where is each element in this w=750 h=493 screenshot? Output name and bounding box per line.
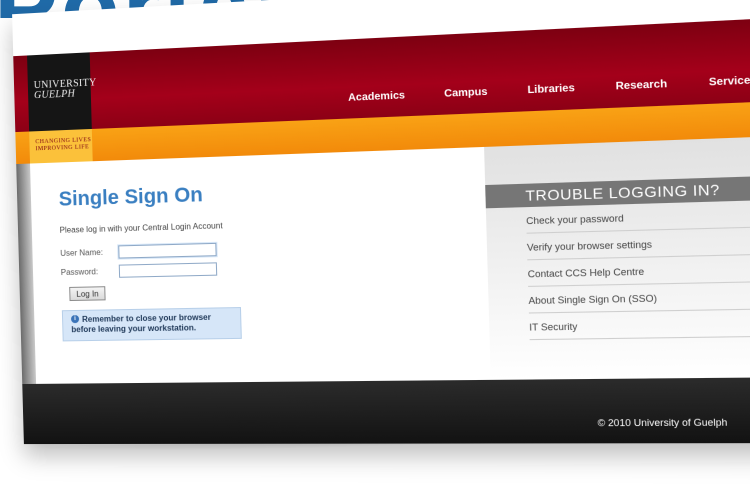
browser-page-mockup: UNIVERSITY GUELPH Academics Campus Libra… <box>12 0 750 444</box>
username-row: User Name: <box>60 236 468 260</box>
footer: © 2010 University of Guelph <box>22 377 750 444</box>
notice-text: Remember to close your browser before le… <box>71 312 211 334</box>
nav-services[interactable]: Services <box>709 75 750 89</box>
help-links: Check your password Verify your browser … <box>486 199 750 341</box>
password-label: Password: <box>61 267 119 277</box>
page-title: Single Sign On <box>58 175 466 212</box>
username-input[interactable] <box>118 243 216 259</box>
help-item: Contact CCS Help Centre <box>527 254 750 287</box>
link-about-sso[interactable]: About Single Sign On (SSO) <box>528 293 657 306</box>
nav-academics[interactable]: Academics <box>348 90 405 104</box>
login-panel: Single Sign On Please log in with your C… <box>58 175 470 341</box>
university-logo[interactable]: UNIVERSITY GUELPH <box>27 52 92 131</box>
tagline-line-2: Improving Life <box>35 144 91 153</box>
copyright-text: © 2010 University of Guelph <box>598 417 728 428</box>
help-item: IT Security <box>529 309 750 340</box>
log-in-button[interactable]: Log In <box>69 286 106 301</box>
link-verify-browser-settings[interactable]: Verify your browser settings <box>527 239 652 253</box>
info-icon: i <box>71 315 79 323</box>
link-contact-ccs-help[interactable]: Contact CCS Help Centre <box>528 266 645 279</box>
tagline-block: Changing Lives Improving Life <box>29 129 93 164</box>
help-item: About Single Sign On (SSO) <box>528 281 750 313</box>
username-label: User Name: <box>60 247 118 258</box>
link-it-security[interactable]: IT Security <box>529 321 577 332</box>
nav-campus[interactable]: Campus <box>444 86 488 99</box>
password-input[interactable] <box>119 262 217 277</box>
trouble-panel: TROUBLE LOGGING IN? Check your password … <box>484 135 750 380</box>
logo-line-2: GUELPH <box>34 88 97 101</box>
logo-text: UNIVERSITY GUELPH <box>34 78 97 101</box>
nav-research[interactable]: Research <box>615 79 667 93</box>
main-content: Single Sign On Please log in with your C… <box>30 135 750 384</box>
close-browser-notice: i Remember to close your browser before l… <box>62 306 242 340</box>
nav-libraries[interactable]: Libraries <box>527 83 575 97</box>
login-instructions: Please log in with your Central Login Ac… <box>60 214 468 235</box>
password-row: Password: <box>61 256 469 279</box>
tagline-text: Changing Lives Improving Life <box>35 137 91 153</box>
link-check-password[interactable]: Check your password <box>526 213 624 226</box>
